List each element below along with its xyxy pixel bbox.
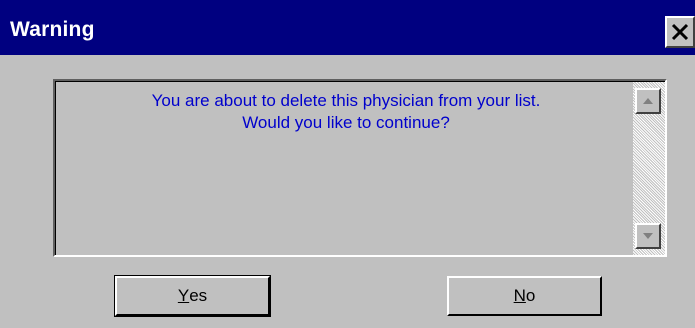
no-button[interactable]: No	[447, 276, 602, 316]
message-area-frame: You are about to delete this physician f…	[55, 81, 665, 255]
close-button[interactable]	[665, 16, 695, 48]
scroll-down-arrow-icon	[643, 233, 653, 239]
message-text: You are about to delete this physician f…	[56, 90, 636, 134]
message-textarea[interactable]: You are about to delete this physician f…	[53, 79, 667, 257]
message-line-2: Would you like to continue?	[242, 113, 450, 132]
vertical-scrollbar[interactable]	[633, 82, 665, 255]
no-mnemonic: N	[513, 286, 526, 305]
no-label-rest: o	[525, 286, 536, 305]
scroll-up-button[interactable]	[635, 88, 661, 114]
scroll-down-button[interactable]	[635, 223, 661, 249]
title-bar[interactable]: Warning	[0, 0, 695, 55]
yes-label-rest: es	[189, 286, 208, 305]
message-line-1: You are about to delete this physician f…	[151, 91, 541, 110]
window-title: Warning	[10, 18, 95, 41]
yes-button[interactable]: Yes	[114, 275, 271, 317]
scroll-up-arrow-icon	[643, 98, 653, 104]
yes-mnemonic: Y	[177, 286, 190, 305]
close-icon	[671, 23, 689, 41]
